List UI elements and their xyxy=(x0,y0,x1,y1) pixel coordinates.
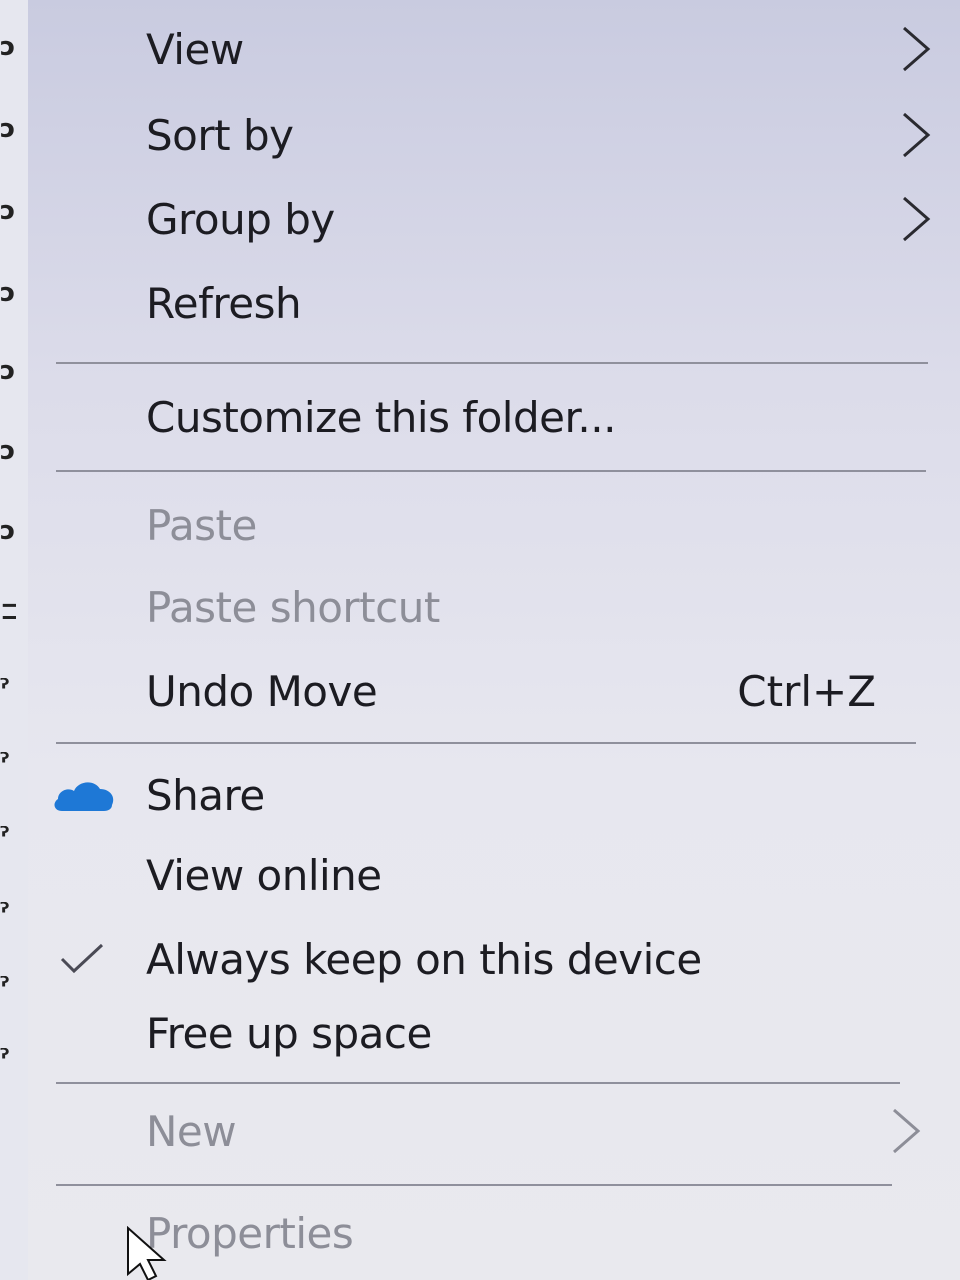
file-list-fragment: ˀ xyxy=(0,826,9,848)
menu-item-sort-by[interactable]: Sort by xyxy=(146,100,931,170)
menu-item-label: Always keep on this device xyxy=(146,934,702,984)
menu-item-label: Free up space xyxy=(146,1008,432,1058)
menu-separator xyxy=(56,470,926,472)
menu-item-label: Paste shortcut xyxy=(146,582,440,632)
menu-item-free-up-space[interactable]: Free up space xyxy=(146,998,920,1068)
onedrive-cloud-icon xyxy=(54,782,114,811)
menu-item-new[interactable]: New xyxy=(146,1096,921,1166)
menu-item-label: Refresh xyxy=(146,278,302,328)
menu-item-paste[interactable]: Paste xyxy=(146,490,920,560)
menu-item-always-keep[interactable]: Always keep on this device xyxy=(28,924,920,994)
menu-item-share[interactable]: Share xyxy=(28,760,920,830)
menu-item-label: View xyxy=(146,24,244,74)
menu-item-paste-shortcut[interactable]: Paste shortcut xyxy=(146,572,920,642)
menu-item-label: Sort by xyxy=(146,110,294,160)
context-menu: View Sort by Group by Refresh Customize … xyxy=(28,0,960,1280)
chevron-right-icon xyxy=(903,196,931,242)
file-list-fragment: ɔ xyxy=(0,118,16,140)
file-list-fragment: ɔ xyxy=(0,520,16,542)
menu-item-label: Group by xyxy=(146,194,335,244)
menu-item-label: Share xyxy=(146,770,265,820)
file-list-fragment: ˀ xyxy=(0,976,9,998)
menu-separator xyxy=(56,1184,892,1186)
chevron-right-icon xyxy=(903,26,931,72)
menu-item-view-online[interactable]: View online xyxy=(146,840,920,910)
file-list-fragment: ɔ xyxy=(0,360,16,382)
file-list-fragment: ɔ xyxy=(0,36,16,58)
menu-separator xyxy=(56,1082,900,1084)
menu-item-label: Customize this folder... xyxy=(146,392,616,442)
menu-item-undo-move[interactable]: Undo Move Ctrl+Z xyxy=(146,656,920,726)
menu-item-label: New xyxy=(146,1106,237,1156)
file-list-fragment: ɔ xyxy=(0,282,16,304)
chevron-right-icon xyxy=(893,1108,921,1154)
file-list-fragment: ˀ xyxy=(0,678,9,700)
menu-item-group-by[interactable]: Group by xyxy=(146,184,931,254)
file-list-fragment: ˀ xyxy=(0,1048,9,1070)
menu-item-label: Paste xyxy=(146,500,257,550)
menu-item-label: Properties xyxy=(146,1208,354,1258)
background-file-list: ɔ ɔ ɔ ɔ ɔ ɔ ɔ ⊐ ˀ ˀ ˀ ˀ ˀ ˀ xyxy=(0,0,28,1280)
menu-item-customize-folder[interactable]: Customize this folder... xyxy=(146,382,920,452)
file-list-fragment: ⊐ xyxy=(0,600,16,622)
menu-separator xyxy=(56,742,916,744)
menu-item-properties[interactable]: Properties xyxy=(146,1198,920,1268)
keyboard-shortcut: Ctrl+Z xyxy=(737,666,876,716)
file-list-fragment: ˀ xyxy=(0,902,9,924)
mouse-cursor-icon xyxy=(127,1226,167,1280)
file-list-fragment: ˀ xyxy=(0,752,9,774)
file-list-fragment: ɔ xyxy=(0,440,16,462)
file-list-fragment: ɔ xyxy=(0,200,16,222)
menu-separator xyxy=(56,362,928,364)
menu-item-refresh[interactable]: Refresh xyxy=(146,268,920,338)
menu-item-label: View online xyxy=(146,850,382,900)
checkmark-icon xyxy=(60,943,104,974)
menu-item-view[interactable]: View xyxy=(146,14,931,84)
menu-item-label: Undo Move xyxy=(146,666,378,716)
chevron-right-icon xyxy=(903,112,931,158)
